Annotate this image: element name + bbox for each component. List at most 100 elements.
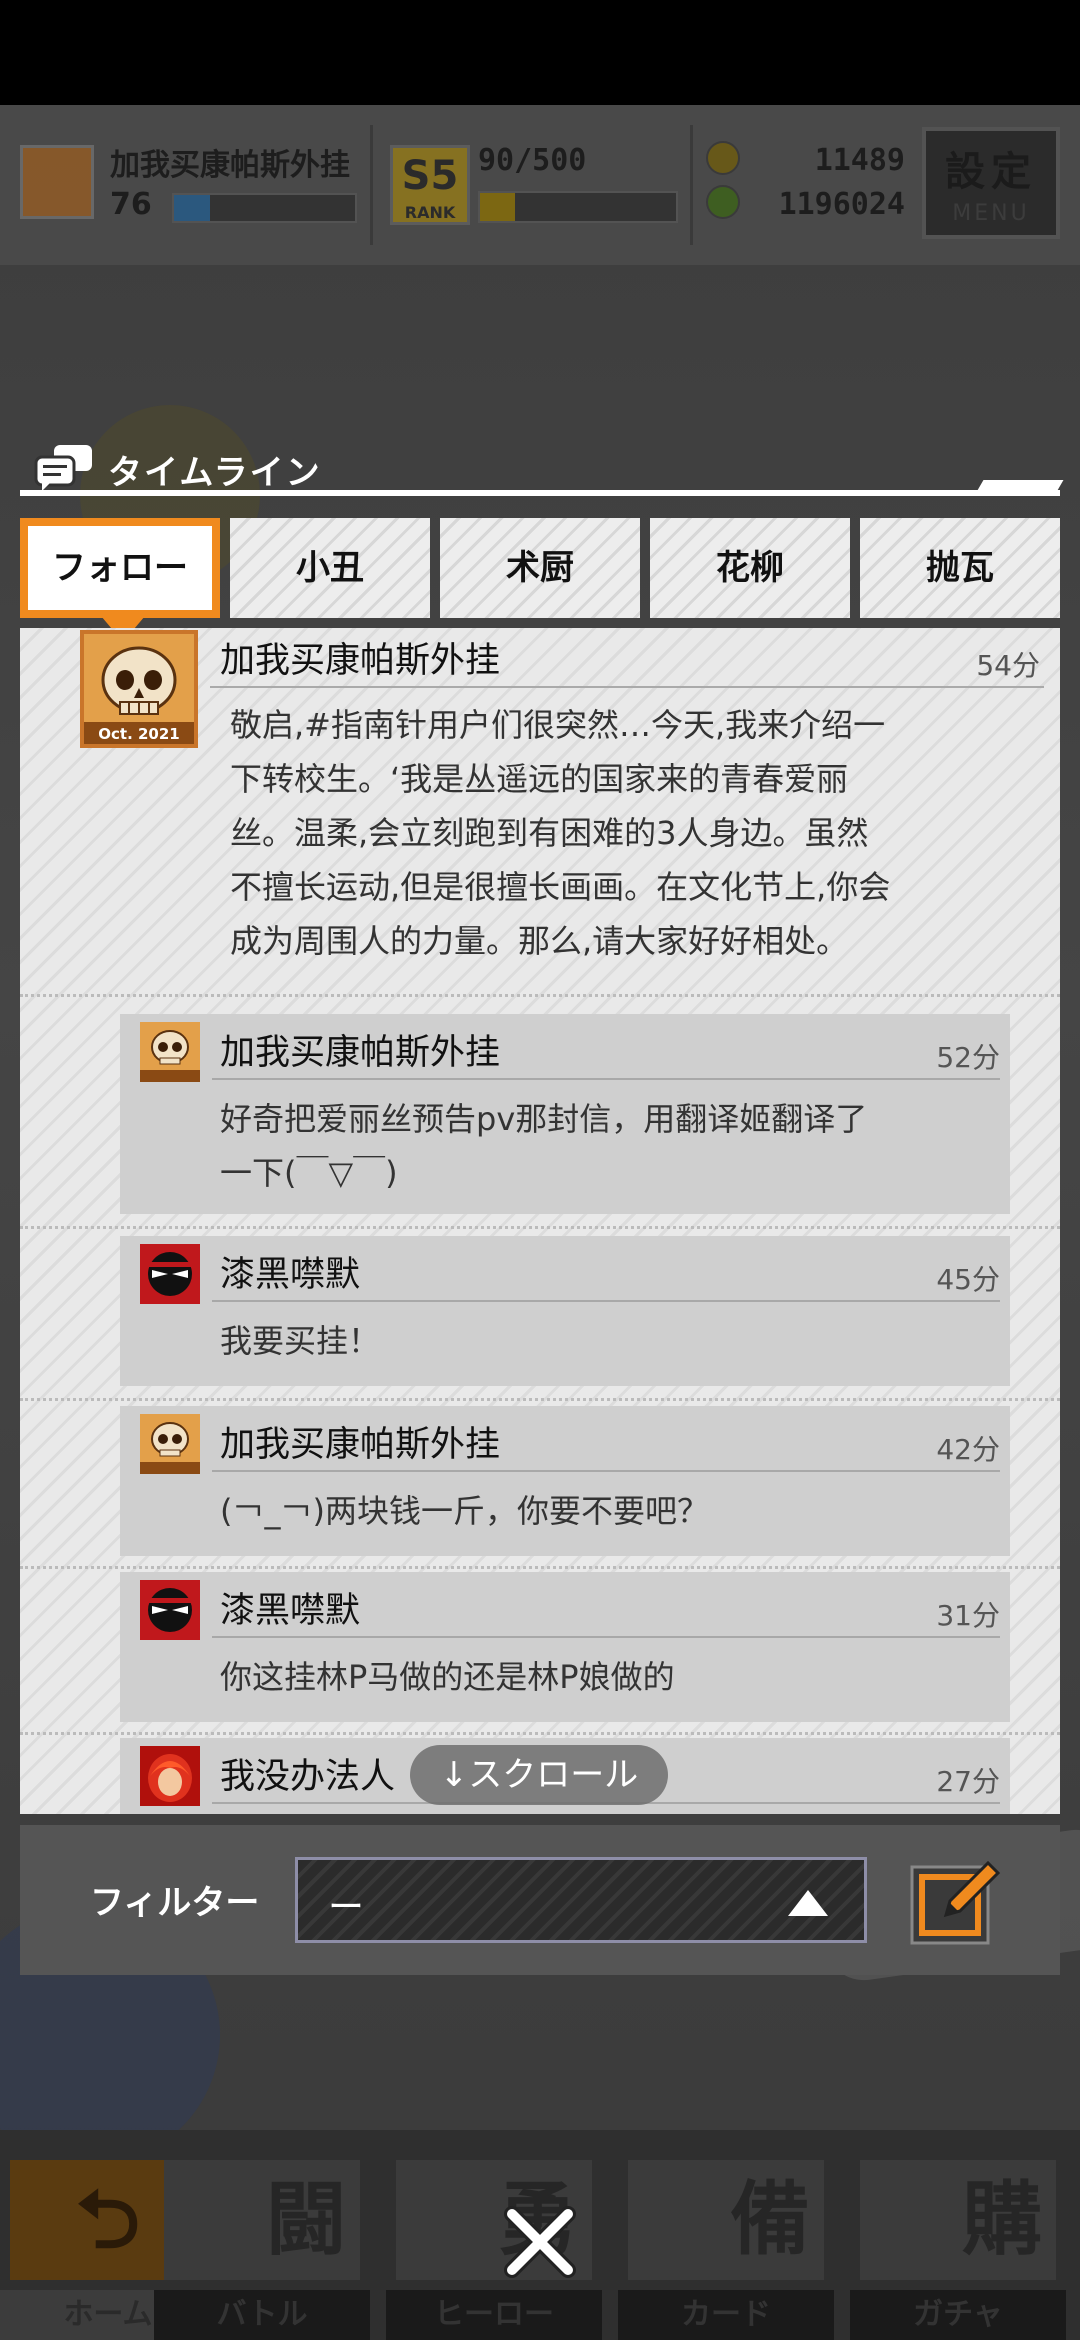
header-divider — [690, 125, 693, 245]
rank-progress-fill — [480, 193, 516, 221]
timeline-post: Oct. 2021 加我买康帕斯外挂 54分 敬启,#指南针用户们很突然…今天,… — [20, 628, 1060, 998]
gem-count: 1196024 — [778, 187, 905, 222]
tab-chef[interactable]: 术厨 — [440, 518, 640, 618]
nav-label: ヒーロー — [386, 2290, 602, 2340]
player-name: 加我买康帕斯外挂 — [110, 148, 350, 183]
post-separator — [20, 1398, 1060, 1401]
nav-label: ガチャ — [850, 2290, 1066, 2340]
reply-body: 你这挂林P马做的还是林P娘做的 — [220, 1650, 980, 1704]
reply-author-underline — [212, 1636, 1000, 1638]
reply-author[interactable]: 我没办法人 — [220, 1748, 395, 1799]
rank-progress-text: 90/500 — [478, 143, 587, 178]
reply-time: 52分 — [936, 1041, 1000, 1074]
post-author-underline — [210, 686, 1044, 688]
reply-author-underline — [212, 1078, 1000, 1080]
rank-label: RANK — [404, 203, 456, 222]
rank-progress-bar — [478, 191, 678, 223]
reply-time: 45分 — [936, 1263, 1000, 1296]
post-line: 敬启,#指南针用户们很突然…今天,我来介绍一 — [230, 706, 886, 744]
post-line: 成为周围人的力量。那么,请大家好好相处。 — [230, 922, 849, 960]
battle-icon: 闘 — [164, 2160, 360, 2280]
post-time: 54分 — [976, 649, 1040, 682]
reply-body: 好奇把爱丽丝预告pv那封信，用翻译姬翻译了 一下(￣▽￣) — [220, 1092, 980, 1200]
menu-button[interactable]: 設定 MENU — [922, 127, 1060, 239]
post-body: 敬启,#指南针用户们很突然…今天,我来介绍一 下转校生。‘我是丛遥远的国家来的青… — [230, 698, 1020, 968]
post-separator — [20, 1226, 1060, 1229]
reply-line: 你这挂林P马做的还是林P娘做的 — [220, 1658, 675, 1696]
menu-subtitle: MENU — [952, 201, 1030, 226]
reply-body: (￢_￢)两块钱一斤，你要不要吧？ — [220, 1484, 980, 1538]
timeline-title: タイムライン — [108, 453, 322, 493]
player-header: 加我买康帕斯外挂 76 S5 RANK 90/500 11489 1196024 … — [0, 105, 1080, 265]
nav-gacha[interactable]: 購 ガチャ — [850, 2150, 1066, 2340]
ninja-avatar-icon[interactable] — [140, 1580, 200, 1640]
reply-body: 我要买挂！ — [220, 1314, 980, 1368]
tab-clown[interactable]: 小丑 — [230, 518, 430, 618]
gacha-icon: 購 — [860, 2160, 1056, 2280]
dropdown-arrow-icon — [788, 1890, 828, 1916]
skull-avatar-icon[interactable] — [140, 1414, 200, 1474]
close-icon[interactable] — [498, 2200, 582, 2284]
heading-underline — [20, 490, 1060, 496]
post-line: 下转校生。‘我是丛遥远的国家来的青春爱丽 — [230, 760, 849, 798]
post-line: 丝。温柔,会立刻跑到有困难的3人身边。虽然 — [230, 814, 869, 852]
avatar-caption: Oct. 2021 — [98, 725, 179, 743]
timeline-reply: 漆黑噤默 45分 我要买挂！ — [120, 1236, 1010, 1386]
level-exp-bar — [172, 193, 357, 223]
menu-title: 設定 — [945, 149, 1037, 195]
redhair-avatar-icon[interactable] — [140, 1746, 200, 1806]
timeline-reply: 加我买康帕斯外挂 52分 好奇把爱丽丝预告pv那封信，用翻译姬翻译了 一下(￣▽… — [120, 1014, 1010, 1214]
nav-battle[interactable]: 闘 バトル — [154, 2150, 370, 2340]
reply-line: 好奇把爱丽丝预告pv那封信，用翻译姬翻译了 — [220, 1100, 868, 1138]
reply-author-underline — [212, 1470, 1000, 1472]
post-line: 不擅长运动,但是很擅长画画。在文化节上,你会 — [230, 868, 891, 906]
filter-value: ー — [328, 1887, 365, 1928]
reply-line: 一下(￣▽￣) — [220, 1154, 398, 1192]
reply-time: 42分 — [936, 1433, 1000, 1466]
nav-label: バトル — [154, 2290, 370, 2340]
filter-dropdown[interactable]: ー — [295, 1857, 867, 1943]
reply-time: 27分 — [936, 1765, 1000, 1798]
timeline-reply: 加我买康帕斯外挂 42分 (￢_￢)两块钱一斤，你要不要吧？ — [120, 1406, 1010, 1556]
timeline-feed[interactable]: Oct. 2021 加我买康帕斯外挂 54分 敬启,#指南针用户们很突然…今天,… — [20, 628, 1060, 1814]
chat-bubbles-icon — [34, 445, 92, 491]
player-level: 76 — [110, 187, 152, 222]
header-divider — [370, 125, 373, 245]
tab-power[interactable]: 抛瓦 — [860, 518, 1060, 618]
player-avatar[interactable] — [20, 145, 94, 219]
nav-label: カード — [618, 2290, 834, 2340]
filter-label: フィルター — [90, 1883, 260, 1923]
compose-post-icon[interactable] — [910, 1853, 1002, 1945]
gem-coin-icon — [706, 185, 740, 219]
timeline-reply: 漆黑噤默 31分 你这挂林P马做的还是林P娘做的 — [120, 1572, 1010, 1722]
reply-time: 31分 — [936, 1599, 1000, 1632]
status-bar — [0, 0, 1080, 105]
reply-author[interactable]: 加我买康帕斯外挂 — [220, 1416, 500, 1467]
gold-coin-icon — [706, 141, 740, 175]
heading-underline-accent — [976, 480, 1064, 492]
reply-author-underline — [212, 1300, 1000, 1302]
ninja-avatar-icon[interactable] — [140, 1244, 200, 1304]
post-separator — [20, 1566, 1060, 1569]
timeline-tabs: フォロー 小丑 术厨 花柳 抛瓦 — [20, 518, 1060, 618]
post-separator — [20, 1732, 1060, 1735]
skull-avatar-icon[interactable]: Oct. 2021 — [80, 630, 198, 748]
reply-author[interactable]: 漆黑噤默 — [220, 1582, 360, 1633]
reply-line: (￢_￢)两块钱一斤，你要不要吧？ — [220, 1492, 709, 1530]
reply-author[interactable]: 漆黑噤默 — [220, 1246, 360, 1297]
reply-line: 我要买挂！ — [220, 1322, 381, 1360]
post-separator — [20, 994, 1060, 997]
card-icon: 備 — [628, 2160, 824, 2280]
gold-count: 11489 — [814, 143, 905, 178]
skull-avatar-icon[interactable] — [140, 1022, 200, 1082]
level-exp-fill — [174, 195, 211, 221]
rank-badge-icon[interactable]: S5 RANK — [390, 145, 470, 225]
filter-bar: フィルター ー — [20, 1825, 1060, 1975]
rank-badge-text: S5 — [401, 153, 459, 199]
tab-flower[interactable]: 花柳 — [650, 518, 850, 618]
scroll-hint[interactable]: ↓スクロール — [410, 1745, 668, 1805]
nav-card[interactable]: 備 カード — [618, 2150, 834, 2340]
post-author[interactable]: 加我买康帕斯外挂 — [220, 632, 500, 683]
reply-author[interactable]: 加我买康帕斯外挂 — [220, 1024, 500, 1075]
tab-follow[interactable]: フォロー — [20, 518, 220, 618]
